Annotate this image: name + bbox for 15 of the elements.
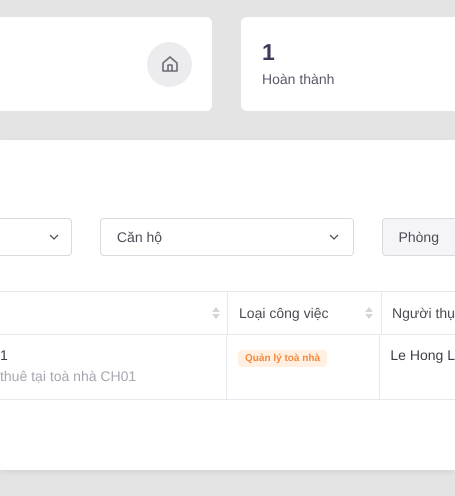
table-cell-text: Le Hong L: [389, 346, 455, 365]
home-icon: [147, 42, 192, 86]
column-header[interactable]: Người thụ: [382, 292, 455, 334]
task-description: thuê tại toà nhà CH01: [0, 368, 136, 384]
sort-icon: [212, 306, 220, 320]
category-tag: Quản lý toà nhà: [238, 350, 328, 367]
stat-value: 1: [262, 39, 276, 65]
chevron-down-icon: [48, 234, 59, 240]
select-field[interactable]: Căn hộ: [100, 218, 354, 256]
sort-icon: [365, 306, 373, 320]
stat-label: Hoàn thành: [262, 71, 336, 87]
select-field[interactable]: [0, 218, 72, 256]
column-header[interactable]: Loại công việc: [228, 292, 382, 334]
chevron-down-icon: [328, 234, 339, 240]
task-title: 1: [0, 347, 8, 363]
